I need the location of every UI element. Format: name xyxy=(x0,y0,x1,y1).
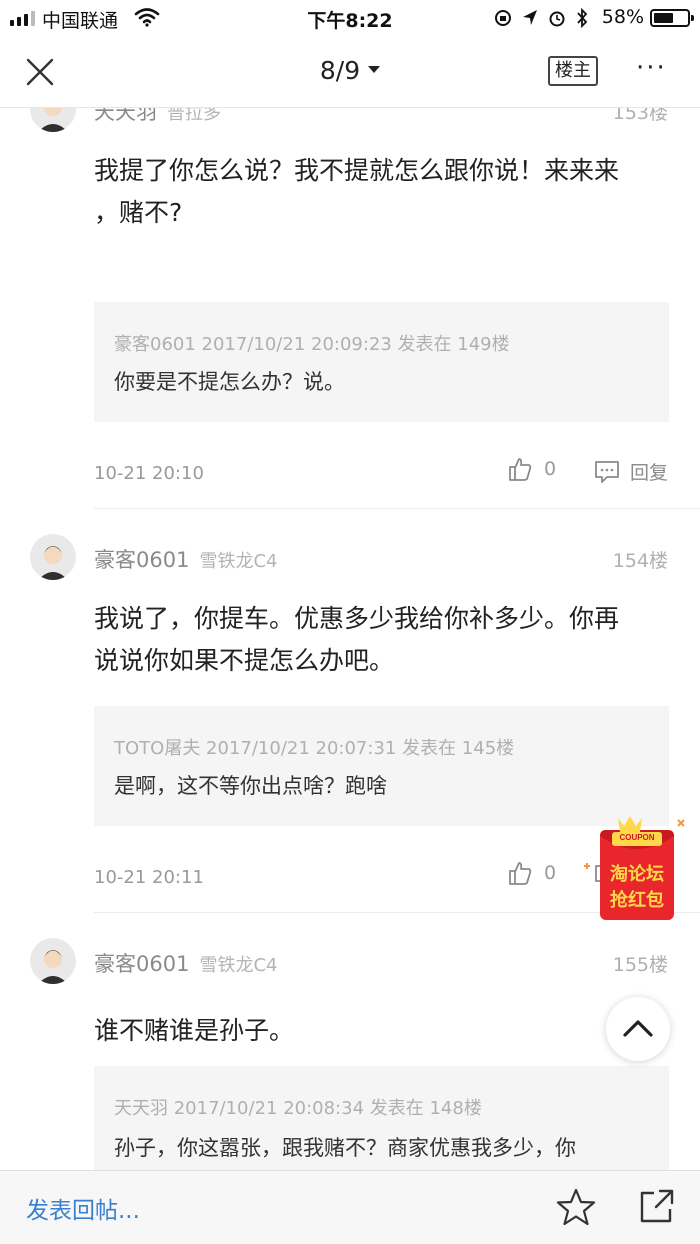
bottom-bar: 发表回帖... xyxy=(0,1170,700,1244)
scroll-to-top-button[interactable] xyxy=(606,997,670,1061)
owner-only-button[interactable]: 楼主 xyxy=(548,56,598,86)
reply-label: 回复 xyxy=(630,462,669,484)
clock: 下午8:22 xyxy=(307,10,393,32)
quote-meta: 天天羽 2017/10/21 20:08:34 发表在 148楼 xyxy=(114,1098,482,1119)
quote-block[interactable]: TOTO屠夫 2017/10/21 20:07:31 发表在 145楼 是啊，这… xyxy=(94,706,669,826)
page-indicator: 8/9 xyxy=(319,56,361,85)
quote-block[interactable]: 天天羽 2017/10/21 20:08:34 发表在 148楼 孙子，你这嚣张… xyxy=(94,1066,669,1170)
author-name[interactable]: 豪客0601 雪铁龙C4 xyxy=(94,544,277,574)
thread-content: 天天羽 普拉多 153楼 我提了你怎么说？我不提就怎么跟你说！来来来 ，赌不? 豪… xyxy=(0,108,700,1170)
thumbs-up-icon xyxy=(509,458,532,481)
status-bar: 中国联通 下午8:22 58% xyxy=(0,0,700,36)
status-icons xyxy=(494,8,588,28)
post-text-line: ，赌不? xyxy=(94,198,183,227)
avatar-image xyxy=(30,534,76,580)
more-icon[interactable]: ··· xyxy=(636,55,667,81)
author-name[interactable]: 天天羽 普拉多 xyxy=(94,108,221,126)
reply-input[interactable]: 发表回帖... xyxy=(26,1191,140,1225)
quote-text: 孙子，你这嚣张，跟我赌不？商家优惠我多少，你 xyxy=(114,1136,576,1160)
coupon-line2: 抢红包 xyxy=(610,890,664,911)
orientation-lock-icon xyxy=(495,10,511,26)
post-text-line: 说说你如果不提怎么办吧。 xyxy=(94,646,395,675)
quote-meta: 豪客0601 2017/10/21 20:09:23 发表在 149楼 xyxy=(114,334,510,355)
post-body: 我提了你怎么说？我不提就怎么跟你说！来来来 ，赌不? xyxy=(94,150,674,234)
car-model: 普拉多 xyxy=(167,108,221,124)
floor-number: 154楼 xyxy=(612,550,668,572)
share-icon[interactable] xyxy=(636,1187,676,1227)
reply-button[interactable]: 回复 xyxy=(594,458,668,485)
avatar[interactable] xyxy=(30,534,76,580)
like-count: 0 xyxy=(544,862,557,884)
battery-icon xyxy=(650,9,694,27)
post-text-line: 我提了你怎么说？我不提就怎么跟你说！来来来 xyxy=(94,156,620,185)
nav-bar: 8/9 楼主 ··· xyxy=(0,36,700,108)
post-body: 我说了，你提车。优惠多少我给你补多少。你再 说说你如果不提怎么办吧。 xyxy=(94,598,674,682)
location-icon xyxy=(523,10,537,25)
coupon-line1: 淘论坛 xyxy=(610,864,664,885)
post-text-line: 我说了，你提车。优惠多少我给你补多少。你再 xyxy=(94,604,620,633)
post-text-line: 谁不赌谁是孙子。 xyxy=(94,1016,295,1045)
quote-block[interactable]: 豪客0601 2017/10/21 20:09:23 发表在 149楼 你要是不… xyxy=(94,302,669,422)
battery-percent: 58% xyxy=(601,6,644,28)
floor-number: 153楼 xyxy=(612,108,668,124)
quote-text: 是啊，这不等你出点啥？跑啥 xyxy=(114,774,387,798)
like-count: 0 xyxy=(544,458,557,480)
avatar-image xyxy=(30,108,76,132)
like-button[interactable]: 0 xyxy=(508,860,556,886)
comment-icon xyxy=(595,460,619,483)
quote-text: 你要是不提怎么办？说。 xyxy=(114,370,345,394)
floor-number: 155楼 xyxy=(612,954,668,976)
avatar-image xyxy=(30,938,76,984)
post-date: 10-21 20:10 xyxy=(94,463,204,484)
post-body: 谁不赌谁是孙子。 xyxy=(94,1010,674,1052)
avatar[interactable] xyxy=(30,108,76,132)
like-button[interactable]: 0 xyxy=(508,456,556,482)
coupon-red-envelope[interactable]: COUPON 淘论坛 抢红包 xyxy=(578,810,688,926)
thumbs-up-icon xyxy=(509,862,532,885)
chevron-up-icon xyxy=(623,1020,653,1037)
car-model: 雪铁龙C4 xyxy=(199,551,278,572)
author-name[interactable]: 豪客0601 雪铁龙C4 xyxy=(94,948,277,978)
post-date: 10-21 20:11 xyxy=(94,867,204,888)
quote-meta: TOTO屠夫 2017/10/21 20:07:31 发表在 145楼 xyxy=(114,738,515,759)
coupon-badge: COUPON xyxy=(619,833,655,842)
alarm-icon xyxy=(549,11,565,27)
car-model: 雪铁龙C4 xyxy=(199,955,278,976)
star-icon[interactable] xyxy=(556,1187,596,1227)
caret-down-icon xyxy=(368,65,381,73)
avatar[interactable] xyxy=(30,938,76,984)
divider xyxy=(94,508,700,509)
bluetooth-icon xyxy=(577,8,588,28)
